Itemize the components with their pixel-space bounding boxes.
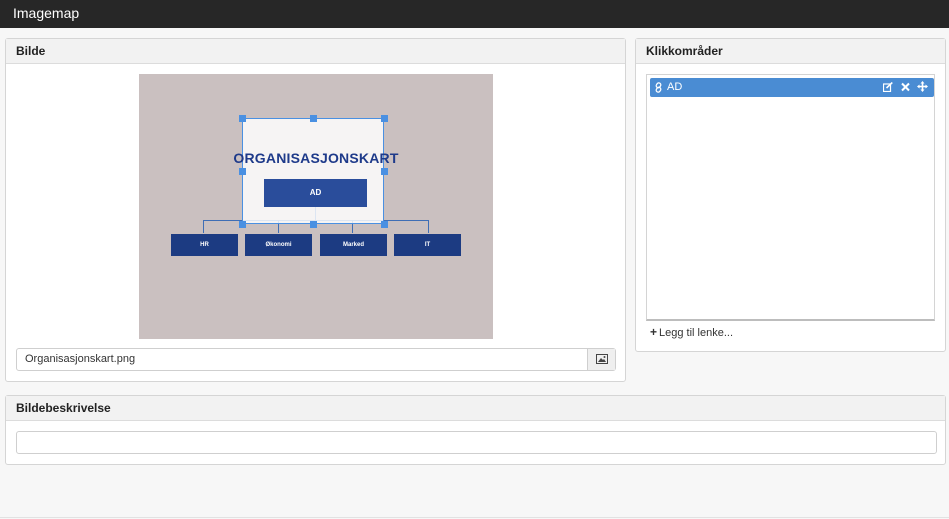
department-box-hr: HR xyxy=(171,234,238,256)
connector-line xyxy=(428,220,429,233)
close-icon[interactable] xyxy=(901,82,910,92)
click-area-item[interactable]: AD xyxy=(650,78,934,97)
click-areas-heading: Klikkområder xyxy=(636,39,945,64)
connector-line xyxy=(203,220,204,233)
plus-icon: + xyxy=(650,325,658,339)
browse-image-button[interactable] xyxy=(587,349,615,370)
resize-handle[interactable] xyxy=(239,168,246,175)
department-box-marked: Marked xyxy=(320,234,387,256)
top-bar: Imagemap xyxy=(0,0,949,28)
resize-handle[interactable] xyxy=(310,221,317,228)
hotspot-ad[interactable] xyxy=(239,115,388,228)
edit-icon[interactable] xyxy=(883,82,893,92)
click-area-label: AD xyxy=(667,81,683,93)
move-icon[interactable] xyxy=(917,81,928,92)
department-box-okonomi: Økonomi xyxy=(245,234,312,256)
image-description-panel: Bildebeskrivelse xyxy=(5,395,946,465)
image-description-input[interactable] xyxy=(16,431,937,454)
resize-handle[interactable] xyxy=(381,221,388,228)
image-panel-heading: Bilde xyxy=(6,39,625,64)
resize-handle[interactable] xyxy=(381,115,388,122)
add-link-label: Legg til lenke... xyxy=(659,327,734,339)
department-box-it: IT xyxy=(394,234,461,256)
image-panel: Bilde HR Økonomi Marked IT ORGANISASJONS… xyxy=(5,38,626,382)
imagemap-canvas[interactable]: HR Økonomi Marked IT ORGANISASJONSKART A… xyxy=(139,74,493,339)
org-chart-title: ORGANISASJONSKART xyxy=(233,150,399,166)
image-icon xyxy=(596,354,608,364)
click-areas-list: AD xyxy=(646,74,935,321)
link-icon xyxy=(655,82,662,93)
click-areas-panel: Klikkområder AD + Legg til lenke... xyxy=(635,38,946,352)
file-name: Organisasjonskart.png xyxy=(25,353,136,365)
resize-handle[interactable] xyxy=(381,168,388,175)
resize-handle[interactable] xyxy=(239,115,246,122)
app-title: Imagemap xyxy=(13,5,80,21)
image-description-heading: Bildebeskrivelse xyxy=(6,396,945,421)
resize-handle[interactable] xyxy=(239,221,246,228)
divider xyxy=(0,517,949,518)
resize-handle[interactable] xyxy=(310,115,317,122)
ad-box: AD xyxy=(264,179,367,207)
file-field[interactable]: Organisasjonskart.png xyxy=(16,348,616,371)
add-link-button[interactable]: + Legg til lenke... xyxy=(650,325,733,339)
